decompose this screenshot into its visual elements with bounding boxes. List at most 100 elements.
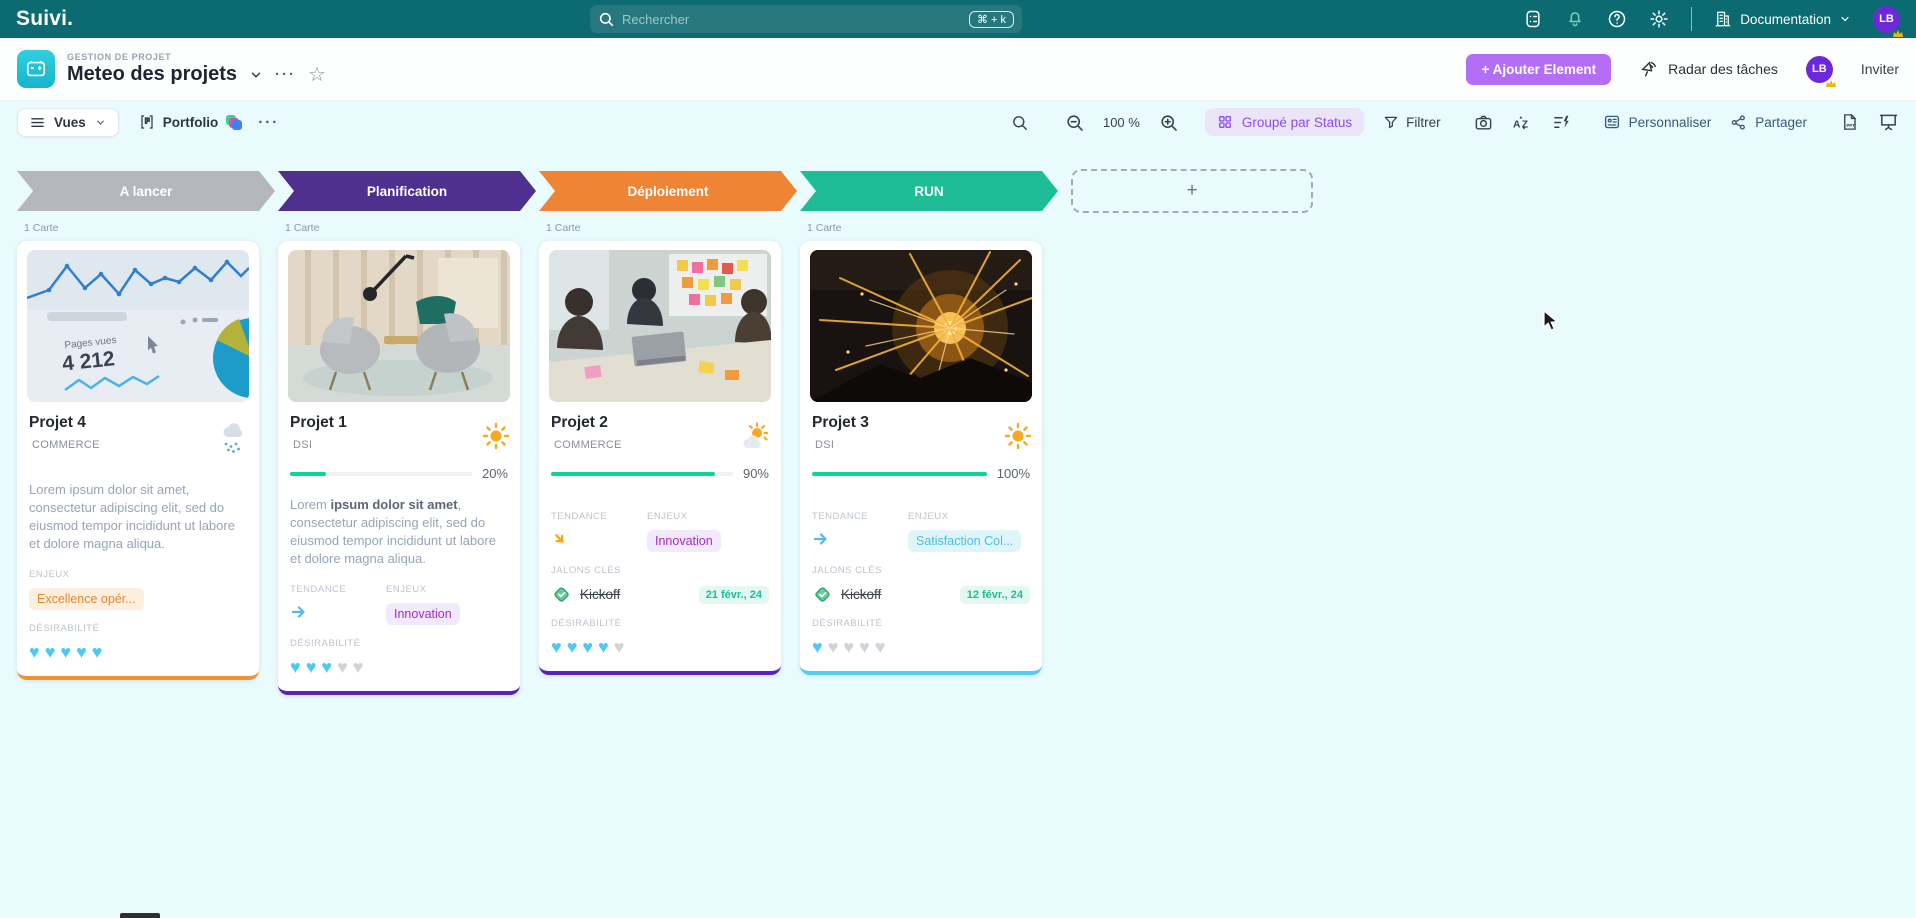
- heart-filled-icon: ♥: [812, 637, 823, 657]
- status-label: Déploiement: [627, 183, 709, 199]
- column-count: 1 Carte: [546, 222, 581, 234]
- member-avatar[interactable]: LB: [1805, 55, 1836, 87]
- kanban-icon: [141, 115, 153, 129]
- heart-empty-icon: ♥: [874, 637, 886, 657]
- heart-filled-icon: ♥: [60, 641, 72, 662]
- tabs-more-menu[interactable]: ···: [258, 114, 279, 131]
- add-element-button[interactable]: + Ajouter Element: [1466, 53, 1612, 85]
- filter-button[interactable]: Filtrer: [1383, 114, 1441, 130]
- board-search-icon[interactable]: [1011, 114, 1028, 131]
- export-ppt-icon[interactable]: PPT: [1840, 112, 1859, 132]
- milestone-row[interactable]: Kickoff 21 févr., 24: [551, 584, 769, 605]
- card-title: Projet 1: [290, 414, 347, 431]
- card-title: Projet 2: [551, 414, 608, 431]
- heart-empty-icon: ♥: [859, 637, 870, 657]
- group-by-label: Groupé par Status: [1241, 114, 1353, 130]
- badge-card-icon: [1604, 115, 1619, 129]
- zoom-out-icon[interactable]: [1065, 113, 1084, 132]
- heart-empty-icon: ♥: [352, 656, 364, 677]
- status-column-a-lancer[interactable]: A lancer: [17, 171, 275, 211]
- column-counts-row: 1 Carte 1 Carte 1 Carte 1 Carte: [17, 222, 1916, 234]
- global-search[interactable]: ⌘ + k: [590, 5, 1022, 33]
- views-dropdown[interactable]: Vues: [17, 107, 119, 137]
- svg-text:A: A: [1513, 119, 1521, 130]
- weather-sun-icon: [1004, 422, 1032, 450]
- status-header-row: A lancer Planification Déploiement RUN +: [17, 169, 1916, 213]
- desirability-hearts[interactable]: ♥ ♥ ♥ ♥ ♥: [551, 637, 769, 658]
- heart-empty-icon: ♥: [613, 637, 625, 657]
- documentation-menu[interactable]: Documentation: [1714, 10, 1851, 28]
- quick-actions-icon[interactable]: [1552, 113, 1572, 132]
- status-column-deploiement[interactable]: Déploiement: [539, 171, 797, 211]
- heart-empty-icon: ♥: [827, 637, 839, 657]
- tendance-label: TENDANCE: [812, 511, 869, 522]
- avatar-initials: LB: [1812, 63, 1827, 75]
- plus-icon: +: [1186, 180, 1198, 201]
- share-icon: [1731, 114, 1746, 130]
- progress-bar: 20%: [290, 466, 508, 481]
- funnel-icon: [1384, 116, 1398, 129]
- tab-portfolio[interactable]: Portfolio: [139, 114, 243, 130]
- title-chevron-down-icon[interactable]: [249, 68, 263, 82]
- enjeux-badge[interactable]: Satisfaction Col...: [908, 530, 1022, 552]
- card-title: Projet 4: [29, 414, 86, 431]
- user-avatar[interactable]: LB: [1873, 5, 1903, 37]
- heart-filled-icon: ♥: [551, 637, 562, 657]
- zoom-in-icon[interactable]: [1159, 113, 1178, 132]
- share-button[interactable]: Partager: [1730, 114, 1807, 131]
- status-column-run[interactable]: RUN: [800, 171, 1058, 211]
- heart-empty-icon: ♥: [337, 656, 348, 677]
- title-more-menu[interactable]: ···: [275, 66, 296, 83]
- card-cover-sparks-photo: [810, 250, 1032, 402]
- jalons-label: JALONS CLÉS: [812, 565, 882, 576]
- project-card-projet-2[interactable]: Projet 2 COMMERCE 90% TENDANCE ENJEUX In…: [539, 241, 781, 675]
- enjeux-label: ENJEUX: [386, 583, 427, 595]
- milestone-name: Kickoff: [580, 587, 621, 602]
- avatar-initials: LB: [1879, 13, 1894, 25]
- heart-filled-icon: ♥: [321, 656, 333, 677]
- project-card-projet-1[interactable]: Projet 1 DSI 20% Lorem ipsum dolor sit a…: [278, 241, 520, 695]
- heart-filled-icon: ♥: [305, 656, 317, 677]
- search-shortcut-badge: ⌘ + k: [968, 10, 1014, 28]
- task-radar-button[interactable]: Radar des tâches: [1639, 59, 1778, 79]
- add-status-column-button[interactable]: +: [1071, 169, 1313, 213]
- progress-bar: 90%: [551, 466, 769, 481]
- card-description: Lorem ipsum dolor sit amet, consectetur …: [290, 497, 496, 566]
- help-icon[interactable]: [1607, 9, 1627, 29]
- sort-az-icon[interactable]: AZ: [1512, 113, 1533, 132]
- page-title: Meteo des projets: [67, 63, 238, 85]
- project-card-projet-3[interactable]: Projet 3 DSI 100% TENDANCE ENJEUX Satisf…: [800, 241, 1042, 675]
- milestone-row[interactable]: Kickoff 12 févr., 24: [812, 584, 1030, 605]
- view-toolbar: Vues Portfolio ··· 100 % Groupé par Stat…: [0, 101, 1916, 143]
- layers-color-icon: [226, 114, 243, 130]
- crown-icon: [1825, 79, 1837, 88]
- topbar: Suivi. ⌘ + k Documentation LB: [0, 0, 1916, 38]
- status-column-planification[interactable]: Planification: [278, 171, 536, 211]
- card-description: Lorem ipsum dolor sit amet, consectetur …: [29, 482, 235, 551]
- enjeux-badge[interactable]: Innovation: [386, 602, 460, 625]
- enjeux-badge[interactable]: Innovation: [647, 530, 721, 552]
- task-radar-label: Radar des tâches: [1668, 61, 1778, 77]
- project-card-projet-4[interactable]: Pages vues 4 212 Projet 4 COMMERCE Lorem…: [17, 241, 259, 680]
- svg-text:PPT: PPT: [1846, 123, 1855, 128]
- invite-button[interactable]: Inviter: [1861, 61, 1899, 77]
- views-label: Vues: [54, 114, 86, 130]
- desirability-hearts[interactable]: ♥ ♥ ♥ ♥ ♥: [812, 637, 1030, 658]
- trend-right-arrow-icon: [290, 603, 376, 621]
- tasks-checklist-icon[interactable]: [1523, 9, 1543, 29]
- heart-filled-icon: ♥: [598, 637, 609, 657]
- progress-value: 90%: [742, 466, 769, 481]
- presentation-mode-icon[interactable]: [1878, 112, 1899, 132]
- search-input[interactable]: [614, 11, 969, 27]
- desirability-hearts[interactable]: ♥ ♥ ♥ ♥ ♥: [29, 642, 247, 663]
- personalize-button[interactable]: Personnaliser: [1603, 113, 1711, 131]
- group-by-status-button[interactable]: Groupé par Status: [1204, 108, 1365, 136]
- column-count: 1 Carte: [24, 222, 59, 234]
- enjeux-badge[interactable]: Excellence opér...: [29, 587, 144, 610]
- favorite-star-icon[interactable]: ☆: [308, 65, 326, 85]
- project-app-icon: [17, 50, 55, 88]
- notifications-bell-icon[interactable]: [1565, 9, 1585, 29]
- desirability-hearts[interactable]: ♥ ♥ ♥ ♥ ♥: [290, 657, 508, 678]
- snapshot-camera-icon[interactable]: [1474, 113, 1493, 132]
- settings-gear-icon[interactable]: [1649, 9, 1669, 29]
